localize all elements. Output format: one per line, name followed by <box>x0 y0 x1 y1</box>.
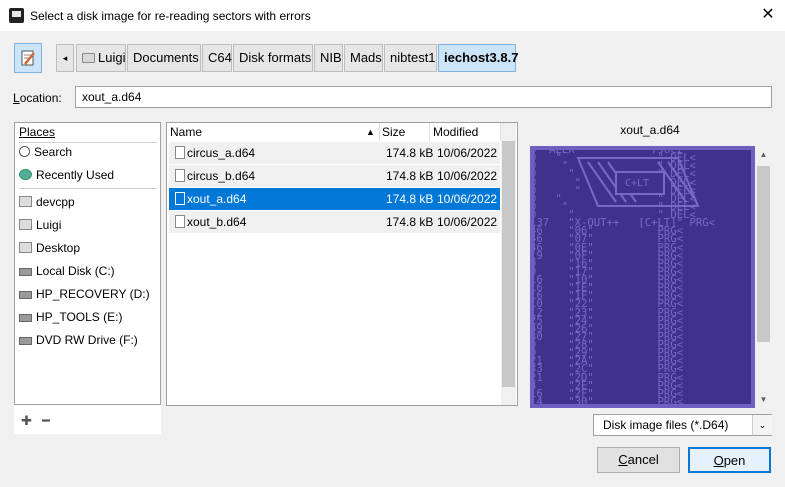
file-name: xout_a.d64 <box>187 192 247 206</box>
file-modified: 10/06/2022 <box>437 192 498 206</box>
column-divider <box>429 123 430 141</box>
file-name: xout_b.d64 <box>187 215 247 229</box>
place-hp-recovery[interactable]: HP_RECOVERY (D:) <box>19 287 150 301</box>
open-button[interactable]: Open <box>688 447 771 473</box>
file-modified: 10/06/2022 <box>437 146 498 160</box>
location-label: Location: <box>13 91 62 105</box>
file-modified: 10/06/2022 <box>437 215 498 229</box>
file-icon <box>175 146 185 159</box>
file-list-scrollbar[interactable] <box>501 123 516 405</box>
app-icon <box>9 8 24 23</box>
places-divider <box>19 142 157 143</box>
file-name: circus_a.d64 <box>187 146 256 160</box>
chevron-down-icon[interactable]: ⌄ <box>752 415 772 435</box>
file-modified: 10/06/2022 <box>437 169 498 183</box>
file-row-selected[interactable]: xout_a.d64 174.8 kB 10/06/2022 <box>169 188 500 210</box>
search-icon <box>19 146 30 157</box>
file-row[interactable]: circus_b.d64 174.8 kB 10/06/2022 <box>169 165 500 187</box>
folder-icon <box>19 196 32 207</box>
drive-icon <box>19 291 32 299</box>
place-hp-tools[interactable]: HP_TOOLS (E:) <box>19 310 122 324</box>
path-button-nib[interactable]: NIB <box>314 44 343 72</box>
add-place-icon[interactable]: ✚ <box>21 413 32 429</box>
places-divider <box>19 188 157 189</box>
folder-icon <box>19 242 32 253</box>
file-icon <box>175 215 185 228</box>
preview-filename: xout_a.d64 <box>620 123 680 137</box>
path-button-c64[interactable]: C64 <box>202 44 232 72</box>
sort-ascending-icon: ▲ <box>366 127 375 137</box>
path-scroll-left-button[interactable]: ◂ <box>56 44 74 72</box>
window-title: Select a disk image for re-reading secto… <box>30 9 311 23</box>
file-type-filter-value: Disk image files (*.D64) <box>603 418 729 432</box>
edit-location-button[interactable] <box>14 43 42 73</box>
file-list: Name ▲ Size Modified circus_a.d64 174.8 … <box>166 122 518 406</box>
places-footer <box>14 405 161 434</box>
path-button-iechost[interactable]: iechost3.8.7 <box>438 44 518 72</box>
file-size: 174.8 kB <box>386 169 434 183</box>
path-button-nibtest1[interactable]: nibtest1 <box>384 44 437 72</box>
column-divider <box>379 123 380 141</box>
path-button-documents[interactable]: Documents <box>127 44 201 72</box>
file-icon <box>175 192 185 205</box>
folder-icon <box>82 53 95 63</box>
file-row[interactable]: circus_a.d64 174.8 kB 10/06/2022 <box>169 142 500 164</box>
place-local-disk[interactable]: Local Disk (C:) <box>19 264 115 278</box>
column-header-modified[interactable]: Modified <box>433 125 478 139</box>
file-size: 174.8 kB <box>386 215 434 229</box>
file-size: 174.8 kB <box>386 146 434 160</box>
cancel-button[interactable]: Cancel <box>597 447 680 473</box>
places-panel: Places Search Recently Used devcpp Luigi… <box>14 122 161 405</box>
folder-icon <box>19 219 32 230</box>
file-icon <box>175 169 185 182</box>
remove-place-icon[interactable]: ━ <box>42 413 50 429</box>
pencil-edit-icon <box>21 50 35 66</box>
scroll-up-icon[interactable]: ▲ <box>755 150 772 159</box>
scroll-down-icon[interactable]: ▼ <box>755 395 772 404</box>
file-size: 174.8 kB <box>386 192 434 206</box>
place-desktop[interactable]: Desktop <box>19 241 80 255</box>
place-dvd-drive[interactable]: DVD RW Drive (F:) <box>19 333 138 347</box>
scrollbar-thumb[interactable] <box>757 166 770 342</box>
file-name: circus_b.d64 <box>187 169 256 183</box>
place-devcpp[interactable]: devcpp <box>19 195 75 209</box>
column-header-size[interactable]: Size <box>382 125 405 139</box>
path-button-luigi[interactable]: Luigi <box>76 44 126 72</box>
place-search[interactable]: Search <box>19 145 72 159</box>
path-button-mads[interactable]: Mads <box>344 44 383 72</box>
path-button-disk-formats[interactable]: Disk formats <box>233 44 313 72</box>
recent-icon <box>19 169 32 180</box>
places-header[interactable]: Places <box>19 125 55 139</box>
drive-icon <box>19 314 32 322</box>
file-row[interactable]: xout_b.d64 174.8 kB 10/06/2022 <box>169 211 500 233</box>
place-luigi[interactable]: Luigi <box>19 218 61 232</box>
drive-icon <box>19 268 32 276</box>
preview-scrollbar[interactable]: ▲ ▼ <box>755 146 772 408</box>
close-button[interactable]: ✕ <box>756 4 780 26</box>
preview-border <box>530 146 755 408</box>
optical-drive-icon <box>19 337 32 345</box>
scrollbar-thumb[interactable] <box>502 141 515 387</box>
column-header-name[interactable]: Name <box>170 125 202 139</box>
place-recently-used[interactable]: Recently Used <box>19 168 114 182</box>
location-input[interactable] <box>75 86 772 108</box>
